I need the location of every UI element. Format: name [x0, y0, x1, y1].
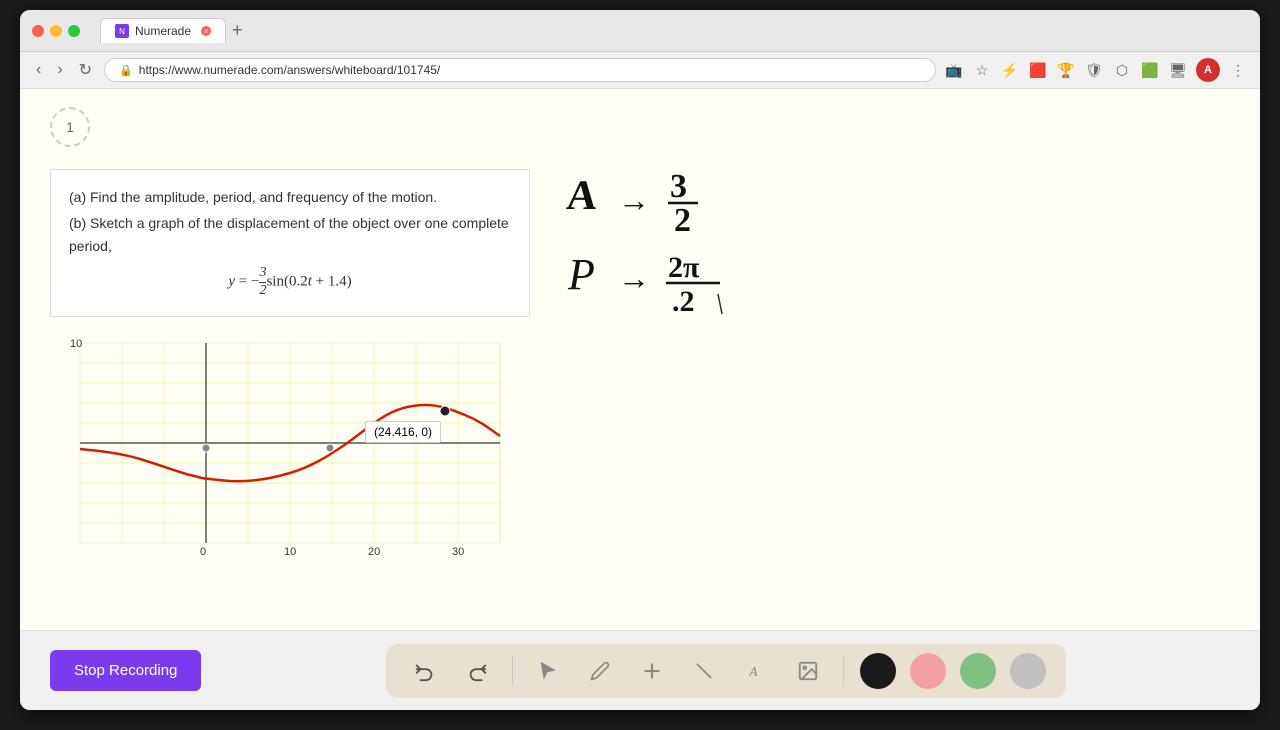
divider-1 [512, 656, 513, 686]
svg-text:→: → [618, 182, 650, 218]
left-content: (a) Find the amplitude, period, and freq… [50, 109, 530, 610]
graph-svg: 10 0 10 20 30 [50, 333, 510, 563]
svg-text:30: 30 [452, 546, 464, 558]
problem-line1: (a) Find the amplitude, period, and freq… [69, 186, 511, 208]
page-content: 1 (a) Find the amplitude, period, and fr… [20, 89, 1260, 710]
extension-6-icon[interactable]: 🟩 [1140, 60, 1160, 80]
eraser-tool-button[interactable] [685, 652, 723, 690]
bookmark-icon[interactable]: ☆ [972, 60, 992, 80]
active-tab[interactable]: N Numerade × [100, 18, 226, 43]
extension-1-icon[interactable]: ⚡ [1000, 60, 1020, 80]
color-green-button[interactable] [960, 653, 996, 689]
redo-button[interactable] [458, 652, 496, 690]
minimize-button[interactable] [50, 25, 62, 37]
browser-window: N Numerade × + ‹ › ↻ 🔒 https://www.numer… [20, 10, 1260, 710]
tab-favicon: N [115, 24, 129, 38]
slide-indicator: 1 [50, 107, 90, 147]
svg-text:A: A [565, 173, 600, 219]
cast-icon[interactable]: 📺 [944, 60, 964, 80]
extension-5-icon[interactable]: ⬡ [1112, 60, 1132, 80]
back-button[interactable]: ‹ [32, 59, 45, 81]
title-bar: N Numerade × + [20, 10, 1260, 52]
color-black-button[interactable] [860, 653, 896, 689]
address-bar: ‹ › ↻ 🔒 https://www.numerade.com/answers… [20, 52, 1260, 89]
svg-text:→: → [618, 260, 650, 296]
menu-icon[interactable]: ⋮ [1228, 60, 1248, 80]
svg-text:2: 2 [674, 202, 691, 239]
svg-text:0: 0 [200, 546, 206, 558]
url-text: https://www.numerade.com/answers/whitebo… [139, 63, 441, 77]
close-button[interactable] [32, 25, 44, 37]
lock-icon: 🔒 [119, 64, 133, 77]
svg-text:A: A [748, 664, 758, 679]
color-gray-button[interactable] [1010, 653, 1046, 689]
right-annotations: A → 3 2 P → 2π [560, 109, 1230, 610]
divider-2 [843, 656, 844, 686]
whiteboard-area: (a) Find the amplitude, period, and freq… [20, 89, 1260, 630]
extension-4-icon[interactable]: 🛡 [1084, 60, 1104, 80]
color-pink-button[interactable] [910, 653, 946, 689]
equation: y = −32sin(0.2t + 1.4) [69, 265, 511, 300]
svg-text:3: 3 [670, 168, 687, 205]
add-tool-button[interactable] [633, 652, 671, 690]
extension-3-icon[interactable]: 🏆 [1056, 60, 1076, 80]
toolbar: A [386, 644, 1066, 698]
forward-button[interactable]: › [53, 59, 66, 81]
problem-line2: (b) Sketch a graph of the displacement o… [69, 212, 511, 257]
image-tool-button[interactable] [789, 652, 827, 690]
maximize-button[interactable] [68, 25, 80, 37]
browser-actions: 📺 ☆ ⚡ 🟥 🏆 🛡 ⬡ 🟩 🖥 A ⋮ [944, 58, 1248, 82]
annotation-svg: A → 3 2 P → 2π [560, 159, 880, 359]
svg-text:10: 10 [70, 338, 82, 350]
graph-container: 10 0 10 20 30 [50, 333, 510, 563]
extension-2-icon[interactable]: 🟥 [1028, 60, 1048, 80]
new-tab-button[interactable]: + [232, 20, 243, 41]
tab-bar: N Numerade × + [100, 18, 1248, 43]
tab-title: Numerade [135, 24, 191, 38]
graph-tooltip: (24.416, 0) [365, 421, 441, 443]
svg-text:P: P [567, 250, 595, 299]
svg-text:.2: .2 [672, 285, 695, 318]
pen-tool-button[interactable] [581, 652, 619, 690]
undo-button[interactable] [406, 652, 444, 690]
text-tool-button[interactable]: A [737, 652, 775, 690]
traffic-lights [32, 25, 80, 37]
svg-text:2π: 2π [668, 251, 700, 284]
select-tool-button[interactable] [529, 652, 567, 690]
address-input[interactable]: 🔒 https://www.numerade.com/answers/white… [104, 58, 936, 82]
screen-icon[interactable]: 🖥 [1168, 60, 1188, 80]
bottom-bar: Stop Recording [20, 630, 1260, 710]
tooltip-text: (24.416, 0) [374, 425, 432, 439]
problem-box: (a) Find the amplitude, period, and freq… [50, 169, 530, 317]
slide-number: 1 [66, 119, 74, 135]
stop-recording-button[interactable]: Stop Recording [50, 650, 201, 691]
tab-close-button[interactable]: × [201, 26, 211, 36]
reload-button[interactable]: ↻ [75, 58, 96, 82]
profile-button[interactable]: A [1196, 58, 1220, 82]
toolbar-container: A [221, 644, 1230, 698]
svg-text:10: 10 [284, 546, 296, 558]
svg-text:20: 20 [368, 546, 380, 558]
